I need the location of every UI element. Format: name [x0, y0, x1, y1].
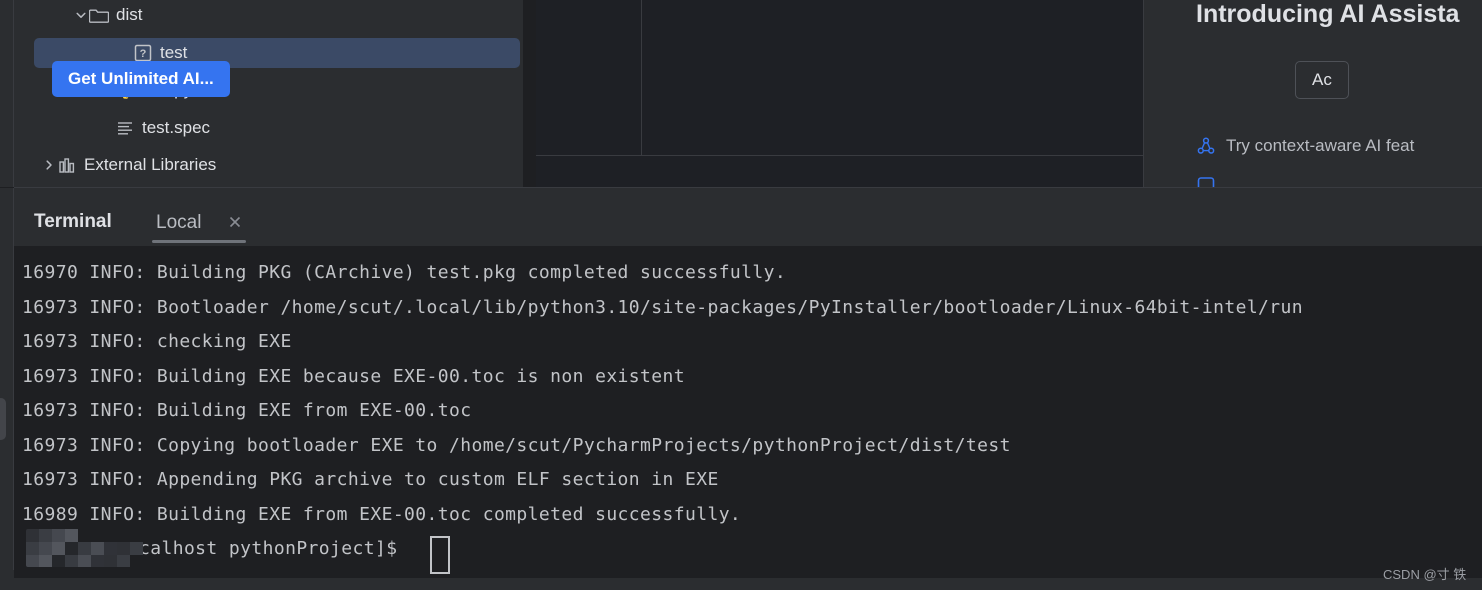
folder-icon	[88, 5, 110, 25]
svg-text:?: ?	[140, 48, 147, 60]
terminal-line: 16973 INFO: checking EXE	[22, 331, 292, 352]
spec-file-icon	[114, 118, 136, 138]
tree-chevron-spacer	[118, 46, 132, 60]
ai-feature-item: Try context-aware AI feat	[1196, 136, 1414, 156]
terminal-tab-local[interactable]: Local	[156, 212, 201, 234]
tool-window-handle[interactable]	[0, 398, 6, 440]
chevron-right-icon[interactable]	[42, 158, 56, 172]
redacted-username-block	[26, 529, 143, 567]
left-tool-strip	[0, 0, 14, 187]
unknown-file-icon: ?	[132, 43, 154, 63]
terminal-tab-active-indicator	[152, 240, 246, 243]
chevron-down-icon[interactable]	[74, 8, 88, 22]
terminal-line: 16973 INFO: Building EXE from EXE-00.toc	[22, 400, 472, 421]
chat-bubble-icon	[1196, 174, 1216, 187]
activate-button[interactable]: Ac	[1295, 61, 1349, 99]
terminal-line: 16973 INFO: Bootloader /home/scut/.local…	[22, 296, 1304, 318]
terminal-line: 16973 INFO: Copying bootloader EXE to /h…	[22, 434, 1011, 456]
tree-item-label: dist	[116, 5, 143, 24]
terminal-left-strip	[0, 188, 14, 578]
get-unlimited-ai-button[interactable]: Get Unlimited AI...	[52, 61, 230, 97]
terminal-line: 16973 INFO: Appending PKG archive to cus…	[22, 469, 719, 490]
terminal-title: Terminal	[34, 211, 112, 232]
tree-item-test-spec[interactable]: test.spec	[14, 113, 523, 143]
watermark: CSDN @寸 铁	[1383, 567, 1467, 582]
ai-panel-title: Introducing AI Assista	[1196, 0, 1460, 28]
status-bar	[0, 578, 1482, 590]
tree-item-external-libraries[interactable]: External Libraries	[14, 150, 523, 180]
editor-gutter-divider	[641, 0, 642, 155]
ai-feature-label: Try context-aware AI feat	[1226, 136, 1415, 155]
tree-item-label: test.spec	[142, 117, 211, 137]
tree-item-label: External Libraries	[84, 155, 217, 174]
terminal-line: 16970 INFO: Building PKG (CArchive) test…	[22, 262, 787, 283]
terminal-prompt: calhost pythonProject]$	[139, 538, 398, 559]
terminal-output[interactable]: 16970 INFO: Building PKG (CArchive) test…	[14, 246, 1482, 578]
ide-window: External Libraries test.spec test.py ?te…	[0, 0, 1482, 590]
editor-gutter	[536, 0, 640, 155]
tree-item-label: test	[160, 42, 188, 62]
library-icon	[56, 155, 78, 175]
top-region: External Libraries test.spec test.py ?te…	[0, 0, 1482, 187]
block-cursor	[430, 536, 450, 574]
ai-nodes-icon	[1196, 136, 1216, 156]
tree-chevron-spacer	[100, 121, 114, 135]
terminal-line: 16989 INFO: Building EXE from EXE-00.toc…	[22, 503, 742, 525]
ai-feature-item	[1196, 174, 1226, 187]
close-icon[interactable]	[227, 214, 243, 230]
editor-horizontal-divider	[536, 155, 1143, 156]
tree-item-dist[interactable]: dist	[14, 0, 523, 30]
terminal-line: 16973 INFO: Building EXE because EXE-00.…	[22, 365, 685, 387]
